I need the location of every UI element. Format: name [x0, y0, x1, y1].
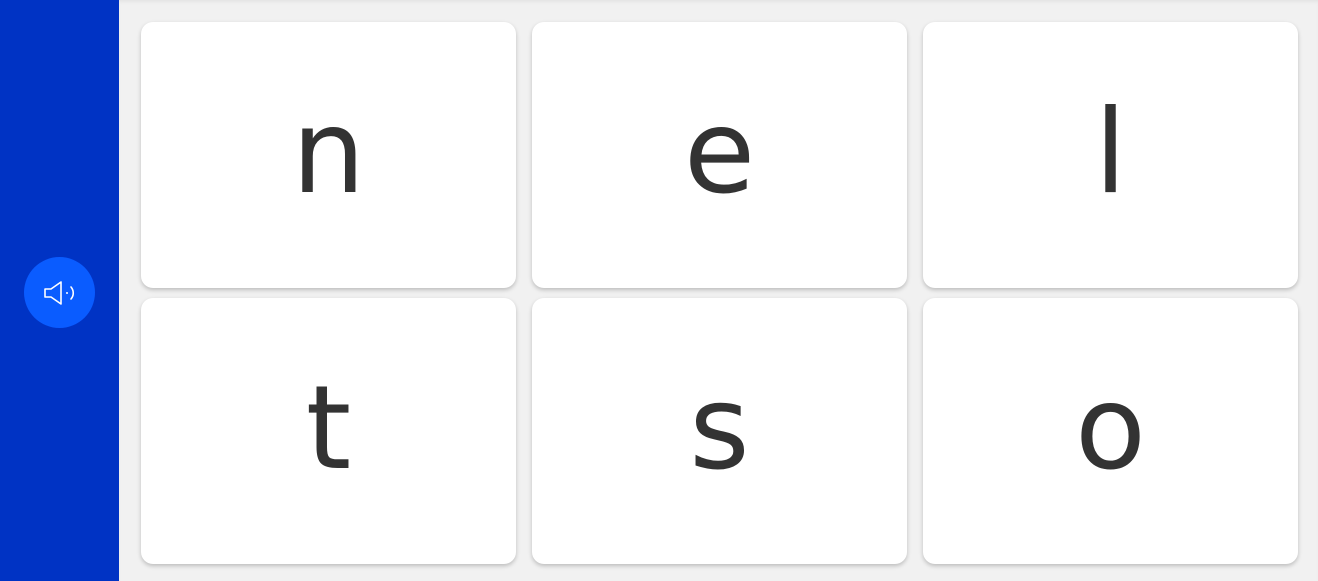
letter-game-app: n e l t s o: [0, 0, 1318, 581]
letter-tile-e[interactable]: e: [532, 22, 907, 288]
main-area: n e l t s o: [119, 0, 1318, 581]
letter-tile-s[interactable]: s: [532, 298, 907, 564]
tile-letter: s: [689, 361, 750, 496]
letter-grid: n e l t s o: [141, 22, 1298, 564]
tile-letter: n: [291, 85, 366, 220]
sidebar: [0, 0, 119, 581]
letter-tile-t[interactable]: t: [141, 298, 516, 564]
speaker-sound-icon: [43, 280, 74, 305]
tile-letter: o: [1075, 361, 1146, 496]
letter-tile-o[interactable]: o: [923, 298, 1298, 564]
letter-tile-n[interactable]: n: [141, 22, 516, 288]
tile-letter: e: [683, 85, 756, 220]
letter-tile-l[interactable]: l: [923, 22, 1298, 288]
play-sound-button[interactable]: [24, 257, 95, 328]
tile-letter: l: [1094, 85, 1127, 220]
tile-letter: t: [305, 361, 352, 496]
